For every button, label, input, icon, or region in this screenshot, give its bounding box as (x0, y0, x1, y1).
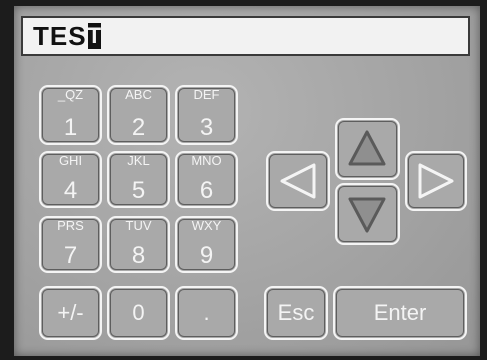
esc-button[interactable]: Esc (264, 286, 328, 340)
up-arrow-button[interactable] (335, 118, 400, 180)
key-8[interactable]: TUV 8 (107, 216, 170, 273)
key-3-letters: DEF (193, 87, 220, 102)
decimal-point-label: . (203, 300, 210, 325)
text-entry-field[interactable]: TES T (21, 16, 470, 56)
left-arrow-button[interactable] (266, 151, 330, 211)
key-6-digit: 6 (199, 177, 214, 204)
enter-label: Enter (373, 300, 427, 325)
key-0-digit: 0 (132, 300, 145, 325)
plus-minus-button[interactable]: +/- (39, 286, 102, 340)
decimal-point-button[interactable]: . (175, 286, 238, 340)
arrow-left-icon (280, 163, 316, 199)
key-5[interactable]: JKL 5 (107, 151, 170, 208)
key-0[interactable]: 0 (107, 286, 170, 340)
key-2[interactable]: ABC 2 (107, 85, 170, 145)
key-1-digit: 1 (63, 114, 78, 141)
key-6-letters: MNO (191, 153, 222, 168)
key-9-letters: WXY (191, 218, 222, 233)
key-7-letters: PRS (57, 218, 84, 233)
key-1-letters: _QZ (57, 87, 84, 102)
key-4-digit: 4 (63, 177, 78, 204)
key-7-digit: 7 (63, 242, 78, 269)
right-arrow-button[interactable] (405, 151, 467, 211)
key-3[interactable]: DEF 3 (175, 85, 238, 145)
key-3-digit: 3 (199, 114, 214, 141)
key-1[interactable]: _QZ 1 (39, 85, 102, 145)
arrow-down-icon (348, 197, 386, 233)
key-6[interactable]: MNO 6 (175, 151, 238, 208)
key-4-letters: GHI (58, 153, 83, 168)
key-9-digit: 9 (199, 242, 214, 269)
plus-minus-label: +/- (57, 300, 84, 325)
key-5-digit: 5 (131, 177, 146, 204)
enter-button[interactable]: Enter (333, 286, 467, 340)
key-7[interactable]: PRS 7 (39, 216, 102, 273)
key-2-letters: ABC (125, 87, 152, 102)
key-2-digit: 2 (131, 114, 146, 141)
text-cursor: T (87, 23, 102, 49)
down-arrow-button[interactable] (335, 183, 400, 245)
entry-text: TES (33, 20, 87, 51)
key-8-letters: TUV (125, 218, 152, 233)
arrow-right-icon (418, 163, 454, 199)
arrow-up-icon (348, 130, 386, 166)
esc-label: Esc (277, 300, 315, 325)
key-5-letters: JKL (127, 153, 150, 168)
key-4[interactable]: GHI 4 (39, 151, 102, 208)
key-8-digit: 8 (131, 242, 146, 269)
key-9[interactable]: WXY 9 (175, 216, 238, 273)
